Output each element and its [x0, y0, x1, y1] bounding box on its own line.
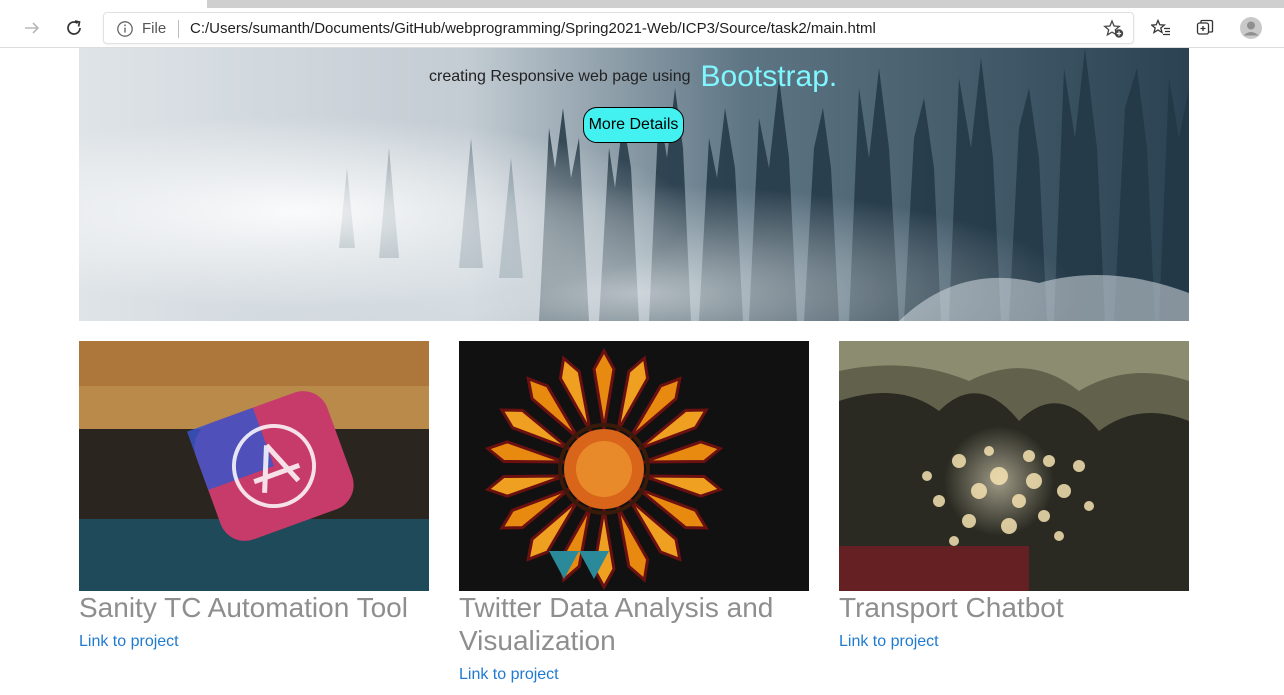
address-prefix: File	[142, 20, 167, 37]
collections-button[interactable]	[1190, 13, 1220, 43]
project-title: Sanity TC Automation Tool	[79, 592, 408, 623]
address-url[interactable]: C:/Users/sumanth/Documents/GitHub/webpro…	[190, 20, 876, 37]
profile-button[interactable]	[1236, 13, 1266, 43]
forward-button[interactable]	[17, 13, 47, 43]
hero-banner: creating Responsive web page using Bootst…	[79, 48, 1189, 321]
project-link[interactable]: Link to project	[459, 666, 559, 684]
project-link[interactable]: Link to project	[839, 633, 939, 651]
forward-icon	[25, 22, 40, 34]
profile-icon	[1240, 17, 1262, 39]
refresh-icon	[67, 20, 81, 35]
collections-icon	[1196, 19, 1214, 35]
tab-strip-shade	[207, 0, 1284, 8]
address-bar[interactable]: File C:/Users/sumanth/Documents/GitHub/w…	[103, 12, 1134, 44]
project-card: Twitter Data Analysis and Visualization …	[459, 341, 809, 684]
project-image-bokeh	[839, 341, 1189, 591]
info-icon[interactable]	[116, 20, 134, 38]
project-card: Transport Chatbot Link to project	[839, 341, 1189, 651]
more-details-button[interactable]: More Details	[583, 107, 684, 143]
favorites-icon	[1151, 19, 1170, 36]
hero-heading: creating Responsive web page using Bootst…	[429, 60, 837, 94]
hero-brand-text: Bootstrap.	[700, 60, 838, 93]
hero-lead-text: creating Responsive web page using	[429, 68, 691, 85]
project-title: Twitter Data Analysis and Visualization	[459, 592, 774, 656]
address-separator	[178, 20, 179, 38]
browser-toolbar: File C:/Users/sumanth/Documents/GitHub/w…	[0, 8, 1284, 48]
project-image-flower	[459, 341, 809, 591]
project-title: Transport Chatbot	[839, 592, 1064, 623]
refresh-button[interactable]	[59, 13, 89, 43]
project-image-app-store	[79, 341, 429, 591]
favorites-button[interactable]	[1146, 13, 1176, 43]
project-card: Sanity TC Automation Tool Link to projec…	[79, 341, 429, 651]
add-favorite-icon[interactable]	[1103, 19, 1125, 39]
project-link[interactable]: Link to project	[79, 633, 179, 651]
